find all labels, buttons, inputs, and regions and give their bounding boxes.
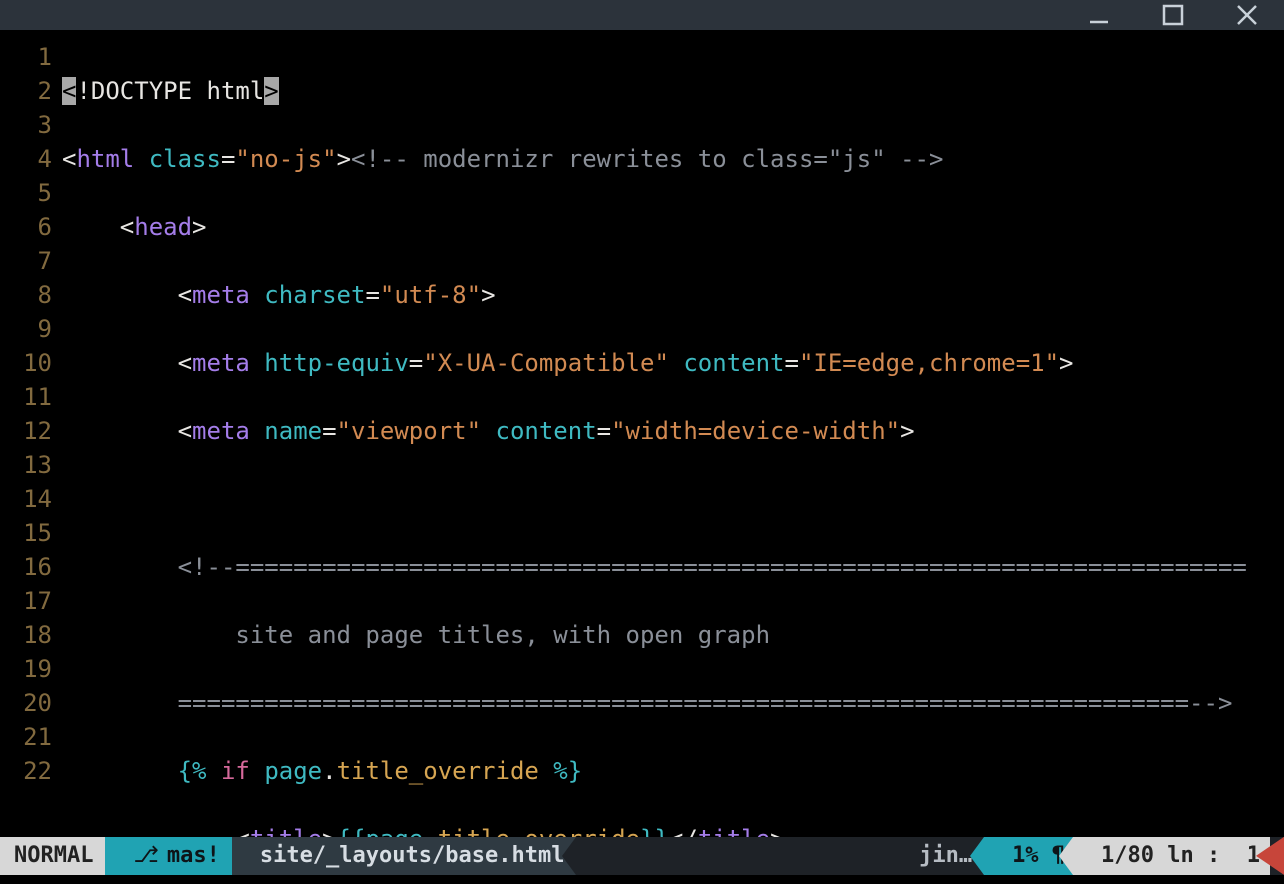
line-number: 15 bbox=[23, 519, 52, 547]
line-number: 1 bbox=[38, 43, 52, 71]
vim-mode-indicator: NORMAL bbox=[0, 837, 119, 875]
code-line: <html class="no-js"><!-- modernizr rewri… bbox=[62, 142, 1284, 176]
vim-mode-text: NORMAL bbox=[14, 843, 93, 868]
line-number: 6 bbox=[38, 213, 52, 241]
line-number: 14 bbox=[23, 485, 52, 513]
status-bar: NORMAL ⎇ mas! site/_layouts/base.html jin… bbox=[0, 837, 1284, 875]
close-button[interactable] bbox=[1232, 0, 1262, 30]
line-number: 9 bbox=[38, 315, 52, 343]
code-line: <head> bbox=[62, 210, 1284, 244]
line-number: 5 bbox=[38, 179, 52, 207]
code-content[interactable]: <!DOCTYPE html> <html class="no-js"><!--… bbox=[62, 40, 1284, 837]
minimize-icon bbox=[1086, 2, 1112, 28]
close-icon bbox=[1234, 2, 1260, 28]
code-line: <meta charset="utf-8"> bbox=[62, 278, 1284, 312]
code-line bbox=[62, 482, 1284, 516]
line-number: 10 bbox=[23, 349, 52, 377]
file-path-text: site/_layouts/base.html bbox=[260, 843, 565, 868]
titlebar bbox=[0, 0, 1284, 30]
code-line: <title>{{page.title_override}}</title> bbox=[62, 822, 1284, 837]
line-number: 3 bbox=[38, 111, 52, 139]
git-branch-name: mas! bbox=[167, 843, 220, 868]
code-line: <meta http-equiv="X-UA-Compatible" conte… bbox=[62, 346, 1284, 380]
file-path-segment: site/_layouts/base.html bbox=[232, 837, 591, 875]
line-number: 4 bbox=[38, 145, 52, 173]
code-line: <!--====================================… bbox=[62, 550, 1284, 584]
editor-window: 1 2 3 4 5 6 7 8 9 10 11 12 13 14 15 16 1… bbox=[0, 0, 1284, 884]
code-line: site and page titles, with open graph bbox=[62, 618, 1284, 652]
line-number: 17 bbox=[23, 587, 52, 615]
cursor-position-segment: 1/80 ln : 1 bbox=[1073, 837, 1270, 875]
minimize-button[interactable] bbox=[1084, 0, 1114, 30]
git-branch-icon: ⎇ bbox=[133, 843, 158, 868]
code-line: ========================================… bbox=[62, 686, 1284, 720]
line-number: 11 bbox=[23, 383, 52, 411]
cursor: < bbox=[62, 77, 76, 105]
maximize-button[interactable] bbox=[1158, 0, 1188, 30]
line-number: 19 bbox=[23, 655, 52, 683]
code-line: <!DOCTYPE html> bbox=[62, 74, 1284, 108]
code-line: <meta name="viewport" content="width=dev… bbox=[62, 414, 1284, 448]
filetype-segment: jin… bbox=[576, 837, 998, 875]
scroll-percent-text: 1% ¶ bbox=[1012, 843, 1065, 868]
line-number: 7 bbox=[38, 247, 52, 275]
line-number: 21 bbox=[23, 723, 52, 751]
line-number: 8 bbox=[38, 281, 52, 309]
maximize-icon bbox=[1160, 2, 1186, 28]
filetype-text: jin… bbox=[919, 843, 972, 868]
editor-area[interactable]: 1 2 3 4 5 6 7 8 9 10 11 12 13 14 15 16 1… bbox=[0, 30, 1284, 837]
code-line: {% if page.title_override %} bbox=[62, 754, 1284, 788]
line-number: 22 bbox=[23, 757, 52, 785]
bottom-padding bbox=[0, 875, 1284, 884]
line-number: 20 bbox=[23, 689, 52, 717]
line-number-gutter: 1 2 3 4 5 6 7 8 9 10 11 12 13 14 15 16 1… bbox=[0, 40, 62, 837]
line-number: 13 bbox=[23, 451, 52, 479]
git-branch-segment: ⎇ mas! bbox=[105, 837, 245, 875]
line-number: 2 bbox=[38, 77, 52, 105]
line-number: 16 bbox=[23, 553, 52, 581]
line-number: 12 bbox=[23, 417, 52, 445]
cursor-position-text: 1/80 ln : 1 bbox=[1101, 843, 1260, 868]
line-number: 18 bbox=[23, 621, 52, 649]
